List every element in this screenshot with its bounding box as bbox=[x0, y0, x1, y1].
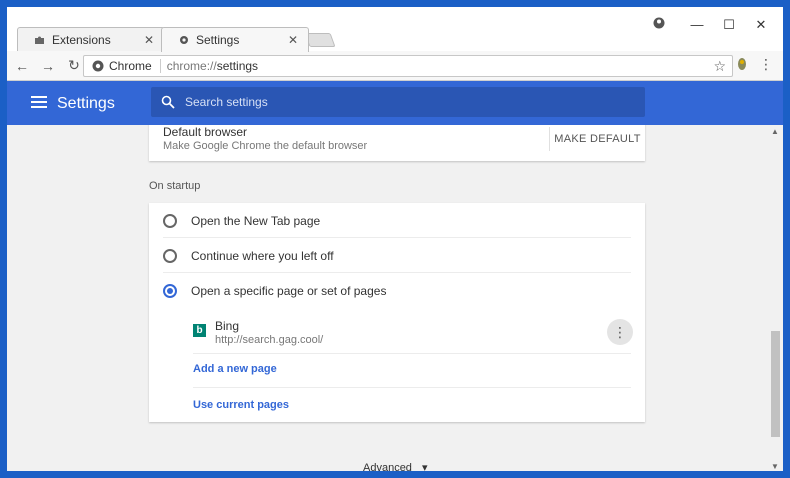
site-info[interactable]: Chrome bbox=[84, 59, 161, 73]
settings-header: Settings bbox=[7, 81, 783, 125]
startup-option-specific-pages[interactable]: Open a specific page or set of pages bbox=[163, 281, 386, 301]
bookmark-star-icon[interactable]: ☆ bbox=[713, 58, 726, 75]
add-new-page-button[interactable]: Add a new page bbox=[193, 363, 277, 375]
extension-icon[interactable] bbox=[737, 56, 747, 75]
back-button[interactable]: ← bbox=[11, 58, 33, 74]
close-window-button[interactable]: ✕ bbox=[751, 15, 771, 35]
on-startup-heading: On startup bbox=[149, 180, 201, 192]
settings-content: Default browser Make Google Chrome the d… bbox=[7, 125, 769, 472]
search-input[interactable] bbox=[185, 95, 605, 109]
tab-extensions[interactable]: Extensions ✕ bbox=[17, 27, 165, 52]
url-text: chrome://settings bbox=[166, 59, 259, 73]
radio-button[interactable] bbox=[163, 249, 177, 263]
startup-page-name: Bing bbox=[215, 319, 240, 333]
minimize-button[interactable]: — bbox=[687, 15, 707, 35]
reload-button[interactable]: ↻ bbox=[63, 57, 85, 74]
close-tab-icon[interactable]: ✕ bbox=[144, 33, 154, 47]
on-startup-card: Open the New Tab page Continue where you… bbox=[149, 203, 645, 422]
maximize-button[interactable]: ☐ bbox=[719, 15, 739, 35]
account-icon[interactable] bbox=[649, 15, 669, 35]
option-label: Open a specific page or set of pages bbox=[191, 284, 387, 298]
make-default-button[interactable]: MAKE DEFAULT bbox=[549, 127, 645, 151]
more-actions-button[interactable]: ⋮ bbox=[607, 319, 633, 345]
startup-option-continue[interactable]: Continue where you left off bbox=[163, 246, 334, 266]
gear-icon bbox=[180, 36, 188, 44]
site-label: Chrome bbox=[109, 59, 152, 73]
default-browser-card: Default browser Make Google Chrome the d… bbox=[149, 125, 645, 161]
divider bbox=[163, 272, 631, 273]
scroll-up-icon[interactable]: ▲ bbox=[771, 127, 779, 136]
divider bbox=[193, 387, 631, 388]
vertical-scrollbar[interactable]: ▲ ▼ bbox=[767, 125, 783, 471]
chrome-icon bbox=[92, 60, 104, 72]
puzzle-icon bbox=[35, 36, 44, 44]
browser-window: Extensions ✕ Settings ✕ — ☐ ✕ ← → ↻ Chro… bbox=[6, 6, 784, 472]
toolbar: ← → ↻ Chrome chrome://settings ☆ ⋮ bbox=[7, 51, 783, 81]
use-current-pages-button[interactable]: Use current pages bbox=[193, 399, 289, 411]
tab-title: Settings bbox=[196, 33, 240, 47]
search-bar[interactable] bbox=[151, 87, 645, 117]
default-browser-title: Default browser bbox=[163, 125, 248, 139]
startup-page-url: http://search.gag.cool/ bbox=[215, 334, 324, 346]
radio-button[interactable] bbox=[163, 214, 177, 228]
bing-icon: b bbox=[193, 324, 206, 337]
radio-button-checked[interactable] bbox=[163, 284, 177, 298]
divider bbox=[193, 353, 631, 354]
menu-icon[interactable] bbox=[31, 96, 47, 108]
search-icon bbox=[161, 95, 175, 109]
default-browser-subtitle: Make Google Chrome the default browser bbox=[163, 140, 368, 152]
divider bbox=[163, 237, 631, 238]
option-label: Continue where you left off bbox=[191, 249, 334, 263]
close-tab-icon[interactable]: ✕ bbox=[288, 33, 298, 47]
startup-page-entry: b Bing http://search.gag.cool/ ⋮ bbox=[193, 319, 633, 351]
title-bar: Extensions ✕ Settings ✕ — ☐ ✕ bbox=[7, 7, 783, 52]
new-tab-button[interactable] bbox=[304, 33, 336, 47]
option-label: Open the New Tab page bbox=[191, 214, 321, 228]
chevron-down-icon: ▾ bbox=[421, 462, 428, 472]
tab-title: Extensions bbox=[52, 33, 111, 47]
page-title: Settings bbox=[57, 95, 115, 112]
advanced-label: Advanced bbox=[363, 461, 412, 472]
startup-option-new-tab[interactable]: Open the New Tab page bbox=[163, 211, 320, 231]
address-bar[interactable]: Chrome chrome://settings ☆ bbox=[83, 55, 733, 77]
scroll-down-icon[interactable]: ▼ bbox=[771, 462, 779, 471]
advanced-toggle[interactable]: Advanced ▾ bbox=[363, 461, 427, 472]
tab-settings[interactable]: Settings ✕ bbox=[161, 27, 309, 52]
scrollbar-thumb[interactable] bbox=[771, 331, 780, 437]
chrome-menu-icon[interactable]: ⋮ bbox=[759, 56, 773, 73]
forward-button[interactable]: → bbox=[37, 58, 59, 74]
